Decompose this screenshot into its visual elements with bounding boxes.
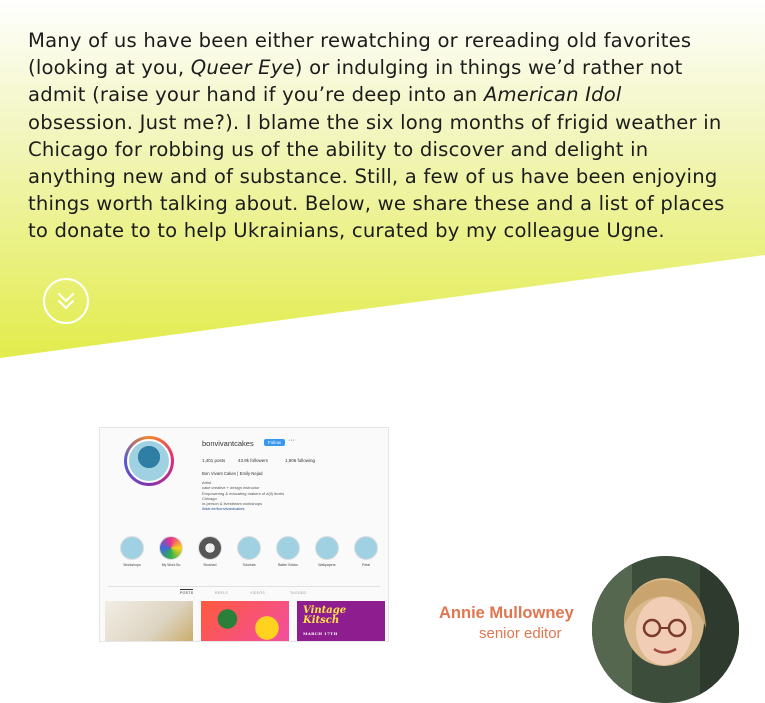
followers-count: 43.8k followers: [238, 458, 269, 463]
story-highlight: Batter Bricks: [270, 536, 306, 567]
intro-paragraph: Many of us have been either rewatching o…: [28, 27, 728, 245]
more-options-icon: ···: [288, 437, 295, 444]
intro-show-title: Queer Eye: [190, 56, 295, 80]
follow-button: Follow: [264, 439, 286, 446]
profile-username: bonvivantcakes: [202, 439, 254, 448]
story-highlight: Petal: [348, 536, 384, 567]
intro-text-3: obsession. Just me?). I blame the six lo…: [28, 110, 725, 243]
author-portrait: [592, 556, 739, 703]
tab-reels: REELS: [215, 591, 228, 595]
following-count: 1,906 following: [285, 458, 316, 463]
profile-display-name: Bon Vivant Cakes | Emily Nejad: [202, 471, 263, 476]
story-highlight: Brushed: [192, 536, 228, 567]
profile-divider: [108, 586, 380, 587]
post-thumbnail: Vintage Kitsch MARCH 17TH: [297, 601, 385, 641]
tab-tagged: TAGGED: [290, 591, 307, 595]
story-highlight: My Work Bc: [153, 536, 189, 567]
bio-link: linktr.ee/bonvivantcakes: [202, 506, 245, 512]
intro-idol-title: American Idol: [483, 83, 622, 107]
profile-avatar: [124, 436, 174, 486]
posts-count: 1,401 posts: [202, 458, 226, 463]
post-thumbnail-title: Vintage Kitsch: [303, 605, 347, 626]
author-portrait-image: [592, 556, 739, 703]
author-name: Annie Mullowney: [439, 604, 574, 622]
tab-videos: VIDEOS: [250, 591, 266, 595]
story-highlight: Wallpapers: [309, 536, 345, 567]
profile-bio: Artist cake creative + design instructor…: [202, 480, 362, 512]
story-highlight: Workshops: [114, 536, 150, 567]
tab-posts: POSTS: [180, 589, 194, 595]
post-thumbnail: [105, 601, 193, 641]
post-thumbnail: [201, 601, 289, 641]
author-role: senior editor: [479, 625, 562, 642]
story-highlight: Tutorials: [231, 536, 267, 567]
scroll-down-button[interactable]: [43, 278, 89, 324]
double-chevron-down-icon: [58, 293, 74, 309]
instagram-profile-screenshot: bonvivantcakes Follow ··· 1,401 posts 43…: [99, 427, 389, 642]
